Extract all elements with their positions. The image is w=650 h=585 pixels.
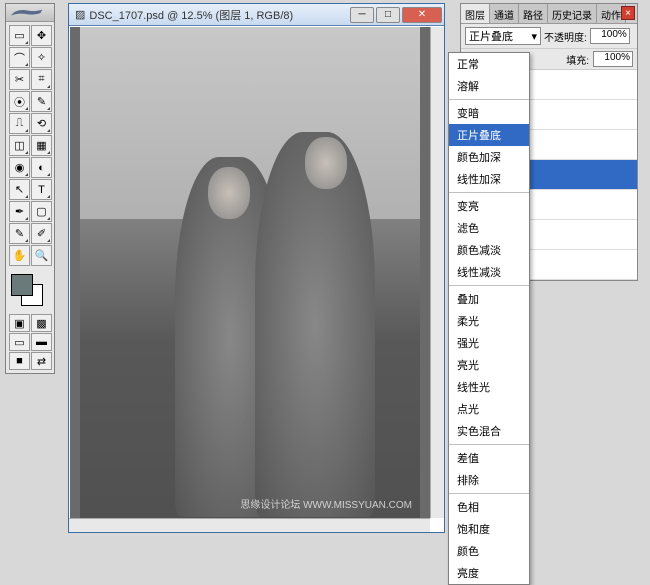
screen-mode-full[interactable]: ■ (9, 352, 30, 370)
menu-separator (449, 444, 529, 445)
document-title: DSC_1707.psd @ 12.5% (图层 1, RGB/8) (89, 7, 293, 23)
toolbox-panel: ▭ ✥ ⌒ ✧ ✂ ⌗ ⦿ ✎ ⎍ ⟲ ◫ ▦ ◉ ◐ ↖ T ✒ ▢ ✎ ✐ … (5, 3, 55, 374)
blend-mode-option[interactable]: 颜色减淡 (449, 239, 529, 261)
menu-separator (449, 493, 529, 494)
tab-layers[interactable]: 图层 (461, 4, 490, 23)
menu-separator (449, 285, 529, 286)
toolbox-header[interactable] (6, 4, 54, 22)
screen-mode-full-menu[interactable]: ▬ (31, 333, 52, 351)
blend-mode-select[interactable]: 正片叠底 ▾ (465, 27, 541, 45)
blend-mode-option[interactable]: 溶解 (449, 75, 529, 97)
healing-brush-tool[interactable]: ⦿ (9, 91, 30, 112)
history-brush-tool[interactable]: ⟲ (31, 113, 52, 134)
blend-mode-option[interactable]: 颜色加深 (449, 146, 529, 168)
blur-tool[interactable]: ◉ (9, 157, 30, 178)
dodge-tool[interactable]: ◐ (31, 157, 52, 178)
zoom-tool[interactable]: 🔍 (31, 245, 52, 266)
blend-opacity-row: 正片叠底 ▾ 不透明度: 100% (461, 24, 637, 49)
blend-mode-option[interactable]: 柔光 (449, 310, 529, 332)
blend-mode-option[interactable]: 线性减淡 (449, 261, 529, 283)
photo-content: 思缘设计论坛 WWW.MISSYUAN.COM (80, 27, 420, 518)
eyedropper-tool[interactable]: ✐ (31, 223, 52, 244)
watermark-text: 思缘设计论坛 WWW.MISSYUAN.COM (240, 496, 412, 511)
eraser-tool[interactable]: ◫ (9, 135, 30, 156)
marquee-tool[interactable]: ▭ (9, 25, 30, 46)
blend-mode-value: 正片叠底 (469, 28, 513, 44)
edit-mode-buttons: ▣ ▩ ▭ ▬ ■ ⇄ (6, 311, 54, 373)
crop-tool[interactable]: ✂ (9, 69, 30, 90)
gradient-tool[interactable]: ▦ (31, 135, 52, 156)
panel-close-button[interactable]: × (621, 6, 635, 20)
menu-separator (449, 192, 529, 193)
type-tool[interactable]: T (31, 179, 52, 200)
dropdown-arrow-icon: ▾ (531, 30, 537, 43)
tab-history[interactable]: 历史记录 (548, 4, 597, 23)
window-controls: ─ □ ✕ (350, 7, 442, 23)
title-bar[interactable]: ▨ DSC_1707.psd @ 12.5% (图层 1, RGB/8) ─ □… (69, 4, 444, 26)
blend-mode-option[interactable]: 色相 (449, 496, 529, 518)
lasso-tool[interactable]: ⌒ (9, 47, 30, 68)
blend-mode-option[interactable]: 正常 (449, 53, 529, 75)
horizontal-scrollbar[interactable] (69, 518, 430, 532)
tool-grid: ▭ ✥ ⌒ ✧ ✂ ⌗ ⦿ ✎ ⎍ ⟲ ◫ ▦ ◉ ◐ ↖ T ✒ ▢ ✎ ✐ … (6, 22, 54, 269)
vertical-scrollbar[interactable] (430, 27, 444, 518)
brush-tool[interactable]: ✎ (31, 91, 52, 112)
blend-mode-option[interactable]: 线性光 (449, 376, 529, 398)
canvas-area[interactable]: 思缘设计论坛 WWW.MISSYUAN.COM (70, 27, 430, 518)
tab-paths[interactable]: 路径 (519, 4, 548, 23)
slice-tool[interactable]: ⌗ (31, 69, 52, 90)
blend-mode-menu: 正常溶解变暗正片叠底颜色加深线性加深变亮滤色颜色减淡线性减淡叠加柔光强光亮光线性… (448, 52, 530, 585)
fill-input[interactable]: 100% (593, 51, 633, 67)
standard-mode[interactable]: ▣ (9, 314, 30, 332)
screen-mode-standard[interactable]: ▭ (9, 333, 30, 351)
blend-mode-option[interactable]: 变暗 (449, 102, 529, 124)
opacity-input[interactable]: 100% (590, 28, 630, 44)
minimize-button[interactable]: ─ (350, 7, 374, 23)
close-button[interactable]: ✕ (402, 7, 442, 23)
blend-mode-option[interactable]: 变亮 (449, 195, 529, 217)
menu-separator (449, 99, 529, 100)
document-icon: ▨ (75, 8, 85, 21)
blend-mode-option[interactable]: 亮度 (449, 562, 529, 584)
blend-mode-option[interactable]: 叠加 (449, 288, 529, 310)
photoshop-feather-logo (9, 6, 44, 20)
blend-mode-option[interactable]: 线性加深 (449, 168, 529, 190)
blend-mode-option[interactable]: 滤色 (449, 217, 529, 239)
move-tool[interactable]: ✥ (31, 25, 52, 46)
rectangle-tool[interactable]: ▢ (31, 201, 52, 222)
blend-mode-option[interactable]: 饱和度 (449, 518, 529, 540)
hand-tool[interactable]: ✋ (9, 245, 30, 266)
notes-tool[interactable]: ✎ (9, 223, 30, 244)
imageready-jump[interactable]: ⇄ (31, 352, 52, 370)
blend-mode-option[interactable]: 排除 (449, 469, 529, 491)
quickmask-mode[interactable]: ▩ (31, 314, 52, 332)
opacity-label: 不透明度: (544, 29, 587, 44)
pen-tool[interactable]: ✒ (9, 201, 30, 222)
magic-wand-tool[interactable]: ✧ (31, 47, 52, 68)
fill-label: 填充: (566, 52, 589, 67)
panel-tabs: 图层 通道 路径 历史记录 动作 (461, 4, 637, 24)
blend-mode-option[interactable]: 强光 (449, 332, 529, 354)
blend-mode-option[interactable]: 差值 (449, 447, 529, 469)
maximize-button[interactable]: □ (376, 7, 400, 23)
foreground-color-swatch[interactable] (11, 274, 33, 296)
tab-channels[interactable]: 通道 (490, 4, 519, 23)
color-swatches (6, 269, 54, 311)
blend-mode-option[interactable]: 颜色 (449, 540, 529, 562)
document-window: ▨ DSC_1707.psd @ 12.5% (图层 1, RGB/8) ─ □… (68, 3, 445, 533)
path-selection-tool[interactable]: ↖ (9, 179, 30, 200)
clone-stamp-tool[interactable]: ⎍ (9, 113, 30, 134)
blend-mode-option[interactable]: 亮光 (449, 354, 529, 376)
blend-mode-option[interactable]: 实色混合 (449, 420, 529, 442)
blend-mode-option[interactable]: 点光 (449, 398, 529, 420)
blend-mode-option[interactable]: 正片叠底 (449, 124, 529, 146)
